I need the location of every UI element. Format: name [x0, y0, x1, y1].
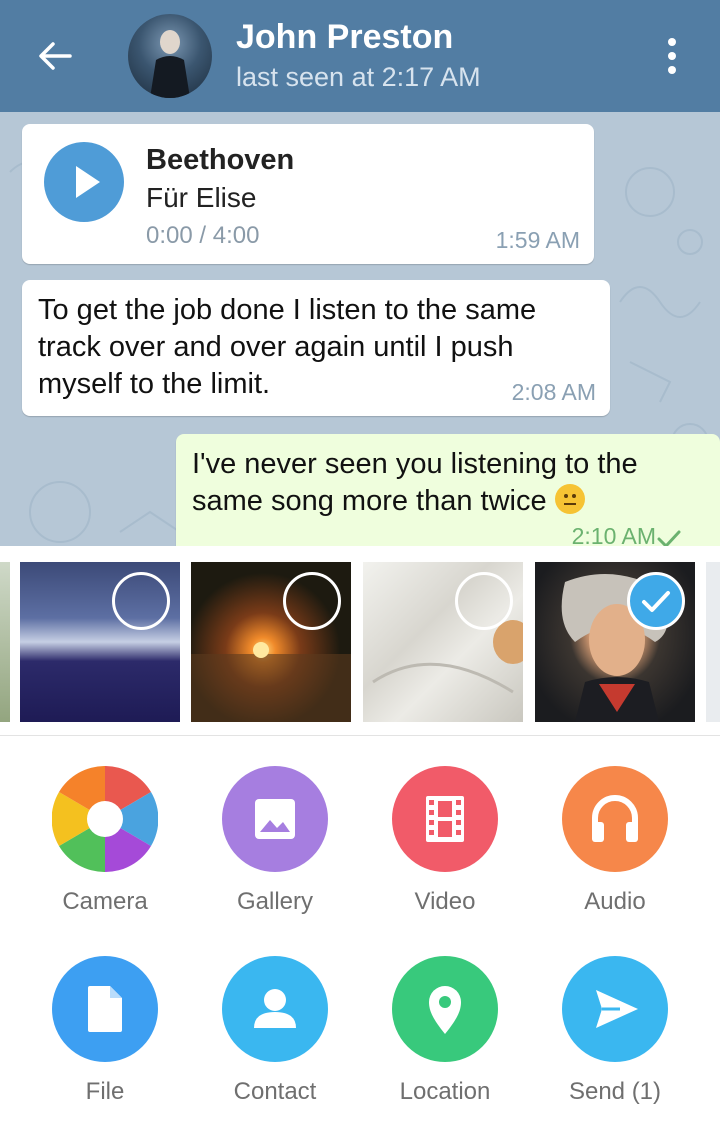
file-button[interactable]: File [20, 926, 190, 1105]
more-vert-icon[interactable] [660, 36, 684, 76]
incoming-message[interactable]: To get the job done I listen to the same… [22, 280, 610, 416]
send-icon [562, 956, 668, 1062]
video-icon [392, 766, 498, 872]
chat-header: John Preston last seen at 2:17 AM [0, 0, 720, 112]
send-button[interactable]: Send (1) [530, 926, 700, 1105]
gallery-button[interactable]: Gallery [190, 736, 360, 915]
file-icon [52, 956, 158, 1062]
photo-thumbnail[interactable] [706, 562, 720, 722]
location-pin-icon [392, 956, 498, 1062]
camera-label: Camera [62, 888, 148, 915]
play-button[interactable] [44, 142, 124, 222]
audio-button[interactable]: Audio [530, 736, 700, 915]
message-time: 2:10 AM [571, 523, 656, 546]
send-label: Send (1) [568, 1078, 662, 1105]
attach-actions-grid: Camera Gallery Video Audio File Contact … [0, 736, 720, 1134]
last-seen-status: last seen at 2:17 AM [236, 62, 481, 92]
contact-icon [222, 956, 328, 1062]
photo-select-circle[interactable] [112, 572, 170, 630]
neutral-face-emoji-icon [554, 484, 585, 514]
photo-select-circle-checked[interactable] [627, 572, 685, 630]
video-label: Video [414, 888, 476, 915]
audio-progress: 0:00 / 4:00 [146, 222, 260, 249]
read-check-icon [657, 530, 681, 546]
photo-thumbnail[interactable] [20, 562, 180, 722]
headphones-icon [562, 766, 668, 872]
location-label: Location [399, 1078, 491, 1105]
avatar[interactable] [128, 14, 212, 98]
play-icon [76, 166, 100, 198]
camera-icon [52, 766, 158, 872]
audio-artist: Beethoven [146, 144, 295, 176]
contact-name[interactable]: John Preston [236, 18, 453, 57]
audio-message[interactable]: Beethoven Für Elise 0:00 / 4:00 1:59 AM [22, 124, 594, 264]
message-time: 1:59 AM [495, 227, 580, 253]
message-text: I've never seen you listening to the sam… [192, 446, 712, 520]
outgoing-message[interactable]: I've never seen you listening to the sam… [176, 434, 720, 546]
photo-select-circle[interactable] [455, 572, 513, 630]
photo-thumbnail[interactable] [0, 562, 10, 722]
photo-thumbnail[interactable] [191, 562, 351, 722]
back-arrow-icon[interactable] [34, 36, 74, 76]
contact-label: Contact [233, 1078, 317, 1105]
gallery-label: Gallery [236, 888, 314, 915]
location-button[interactable]: Location [360, 926, 530, 1105]
camera-button[interactable]: Camera [20, 736, 190, 915]
photo-thumbnail[interactable] [535, 562, 695, 722]
audio-label: Audio [584, 888, 646, 915]
attach-sheet: Camera Gallery Video Audio File Contact … [0, 546, 720, 1134]
recent-photos-strip[interactable] [0, 546, 720, 736]
contact-button[interactable]: Contact [190, 926, 360, 1105]
chat-area[interactable]: Beethoven Für Elise 0:00 / 4:00 1:59 AM … [0, 112, 720, 546]
photo-select-circle[interactable] [283, 572, 341, 630]
audio-track: Für Elise [146, 182, 257, 213]
video-button[interactable]: Video [360, 736, 530, 915]
gallery-icon [222, 766, 328, 872]
message-time: 2:08 AM [511, 379, 596, 405]
photo-thumbnail[interactable] [363, 562, 523, 722]
message-text: To get the job done I listen to the same… [38, 294, 537, 400]
checkmark-icon [642, 591, 670, 612]
file-label: File [85, 1078, 125, 1105]
